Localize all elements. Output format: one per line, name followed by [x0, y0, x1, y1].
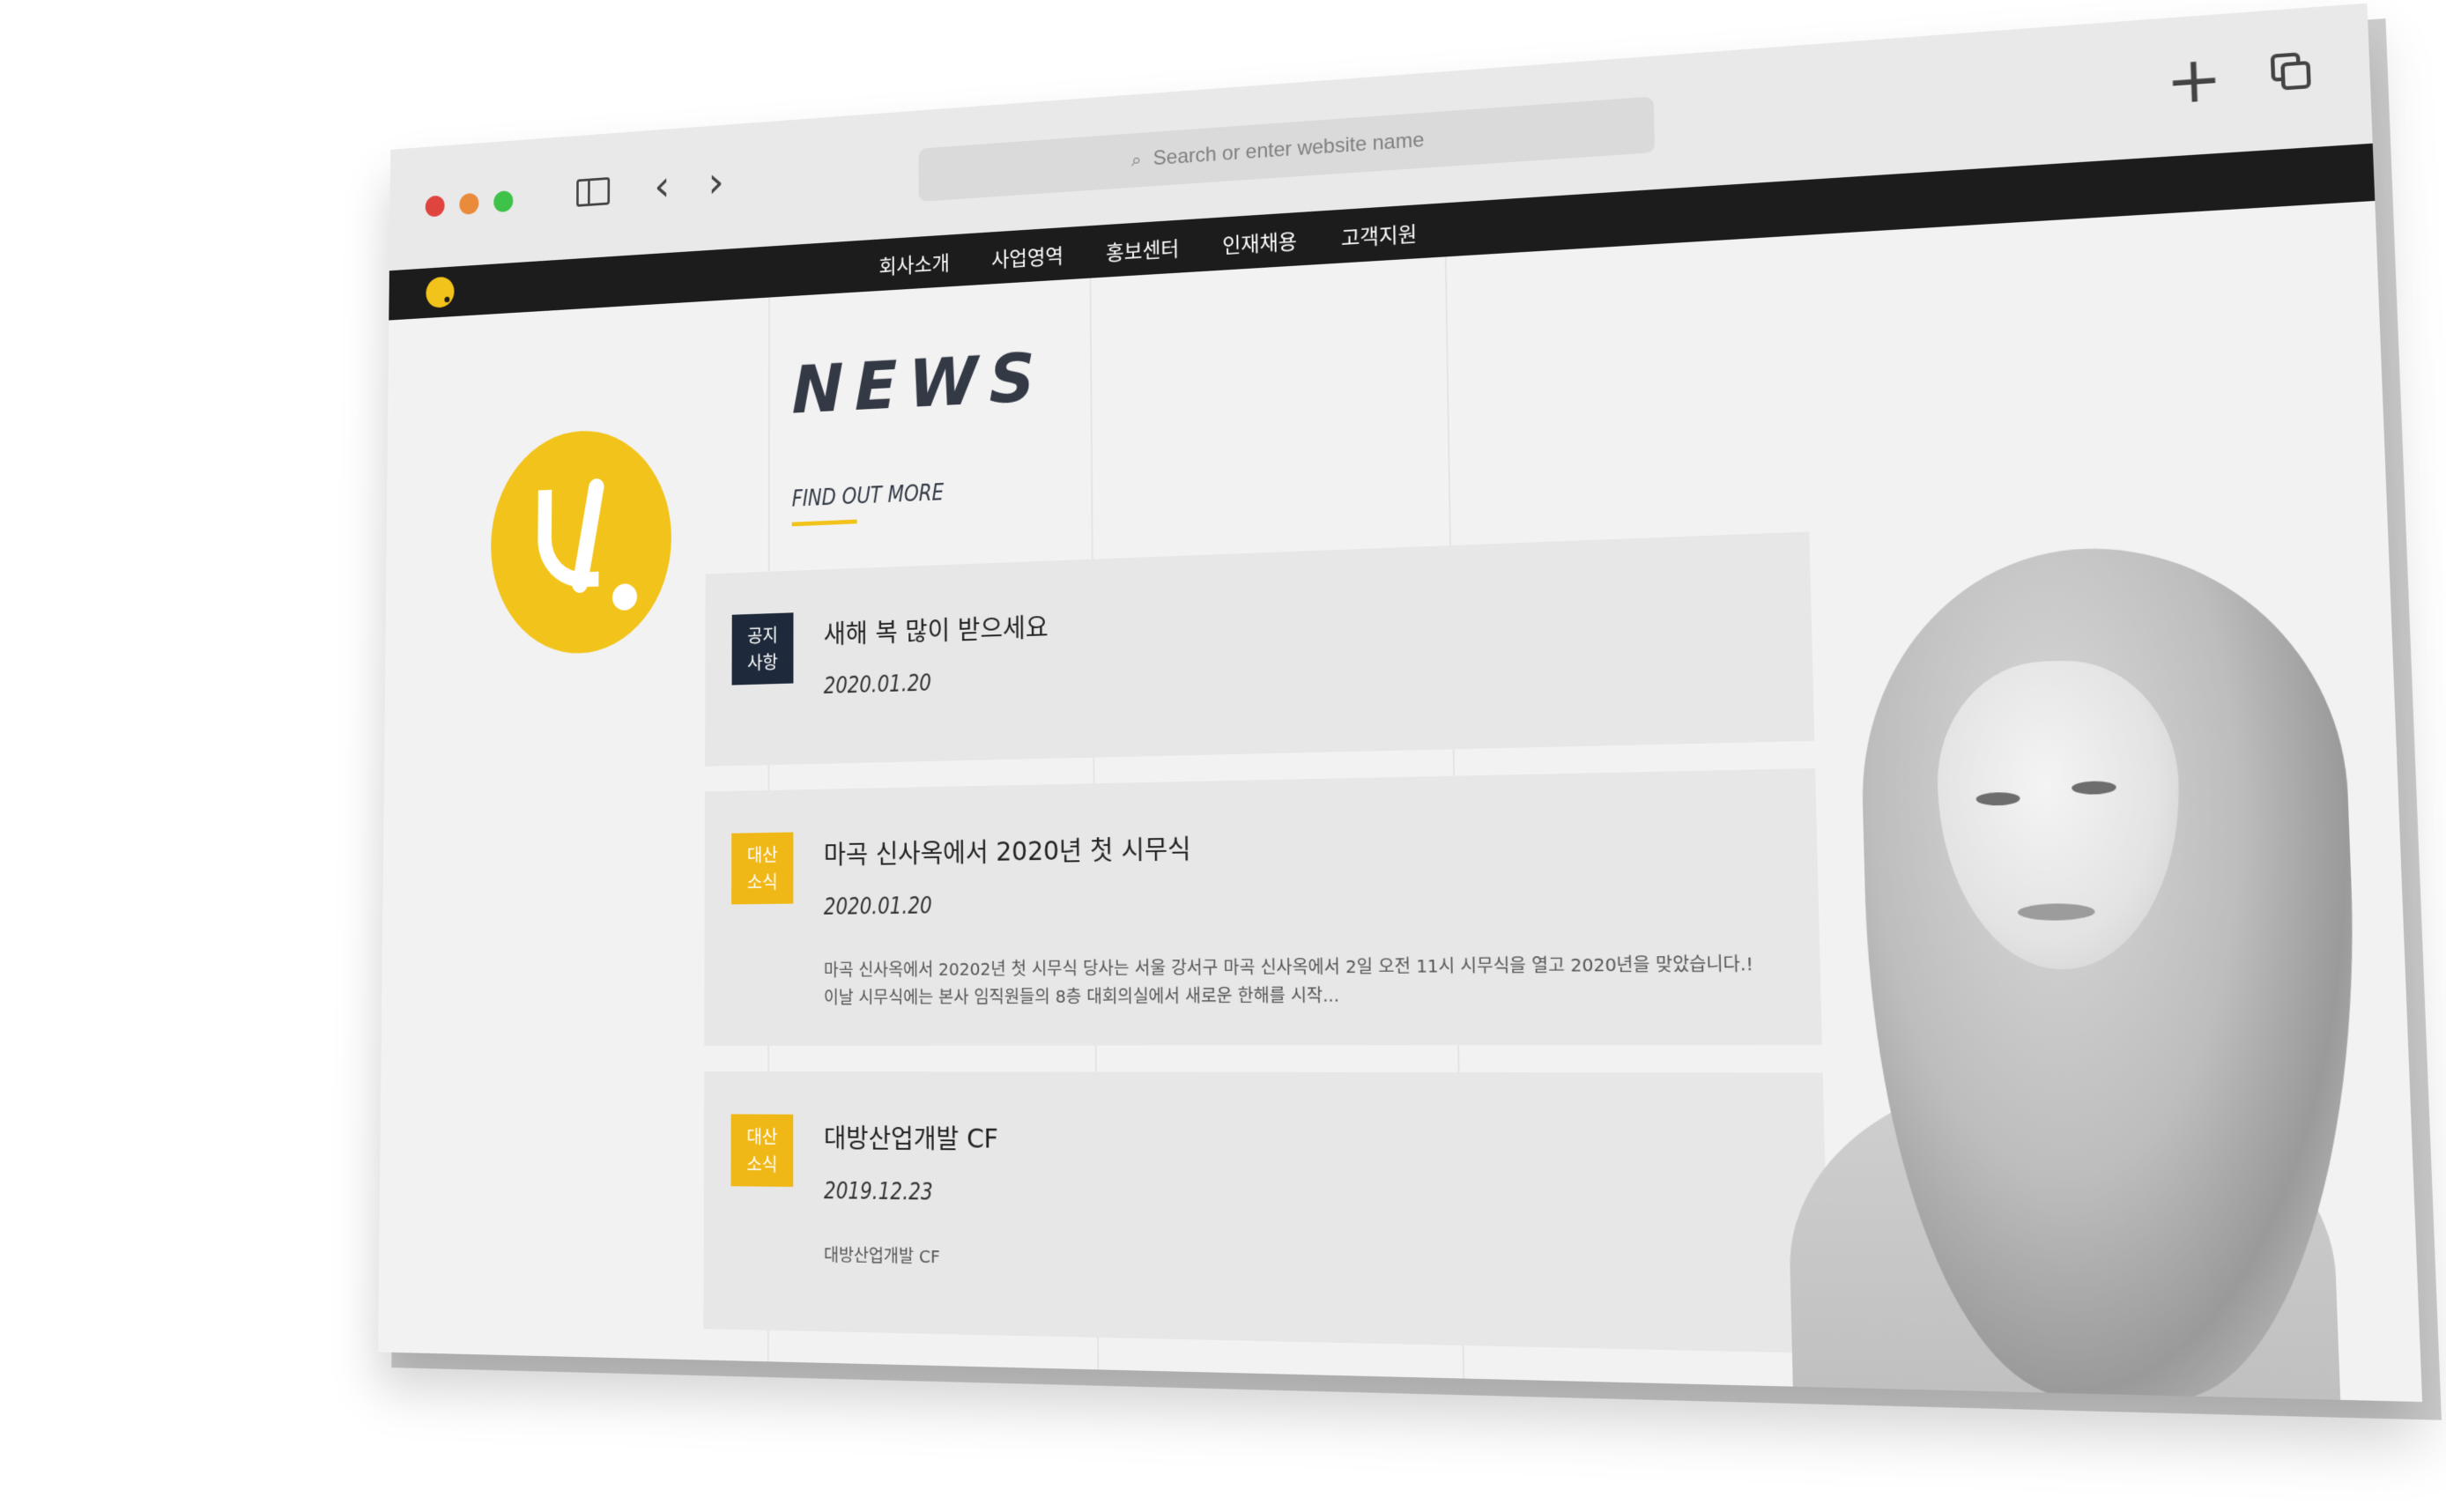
news-date: 2019.12.23 [823, 1178, 933, 1206]
category-badge: 공지 사항 [731, 612, 794, 686]
nav-item-pr-center[interactable]: 홍보센터 [1106, 232, 1179, 266]
news-date: 2020.01.20 [823, 671, 932, 700]
find-out-more-link[interactable]: FIND OUT MORE [792, 480, 945, 512]
tabs-icon[interactable] [2270, 51, 2313, 93]
category-badge: 대산 소식 [730, 1114, 794, 1188]
news-title[interactable]: 마곡 신사옥에서 2020년 첫 시무식 [824, 827, 1191, 871]
plus-icon[interactable]: + [2164, 41, 2223, 119]
maximize-window-button[interactable] [493, 190, 514, 213]
news-title[interactable]: 대방산업개발 CF [824, 1116, 998, 1156]
nav-item-company[interactable]: 회사소개 [878, 247, 950, 280]
category-badge: 대산 소식 [731, 832, 794, 905]
search-icon: ⌕ [1130, 148, 1142, 171]
nav-item-support[interactable]: 고객지원 [1341, 217, 1418, 252]
close-window-button[interactable] [425, 195, 445, 218]
news-date: 2020.01.20 [823, 893, 932, 921]
news-card[interactable]: 대산 소식 마곡 신사옥에서 2020년 첫 시무식 2020.01.20 마곡… [704, 768, 1822, 1046]
news-excerpt: 대방산업개발 CF [824, 1244, 940, 1268]
tabs-icon-front [2280, 60, 2311, 91]
site-logo-icon[interactable] [426, 276, 455, 309]
logo-dot [612, 583, 638, 611]
news-title[interactable]: 새해 복 많이 받으세요 [824, 605, 1049, 650]
news-excerpt: 마곡 신사옥에서 20202년 첫 시무식 당사는 서울 강서구 마곡 신사옥에… [823, 952, 1754, 1008]
section-title: NEWS [791, 339, 1047, 429]
sidebar-icon[interactable] [576, 176, 611, 207]
portrait-photo [1785, 480, 2423, 1403]
find-out-more-underline [791, 519, 857, 527]
page-content: NEWS FIND OUT MORE 공지 사항 새해 복 많이 받으세요 20… [378, 200, 2423, 1403]
chevron-right-icon[interactable]: › [708, 158, 723, 208]
chevron-left-icon[interactable]: ‹ [654, 161, 670, 211]
news-card[interactable]: 대산 소식 대방산업개발 CF 2019.12.23 대방산업개발 CF [703, 1071, 1830, 1354]
mockup-stage: ‹ › ⌕ Search or enter website name + 회사소… [0, 0, 2446, 1512]
browser-window: ‹ › ⌕ Search or enter website name + 회사소… [378, 3, 2423, 1403]
nav-item-business[interactable]: 사업영역 [991, 240, 1064, 273]
nav-item-careers[interactable]: 인재채용 [1222, 225, 1297, 259]
address-bar[interactable]: ⌕ Search or enter website name [918, 96, 1656, 203]
brand-logo-icon [490, 426, 672, 656]
news-card[interactable]: 공지 사항 새해 복 많이 받으세요 2020.01.20 [705, 531, 1815, 767]
minimize-window-button[interactable] [459, 192, 479, 215]
address-placeholder: Search or enter website name [1153, 128, 1425, 170]
